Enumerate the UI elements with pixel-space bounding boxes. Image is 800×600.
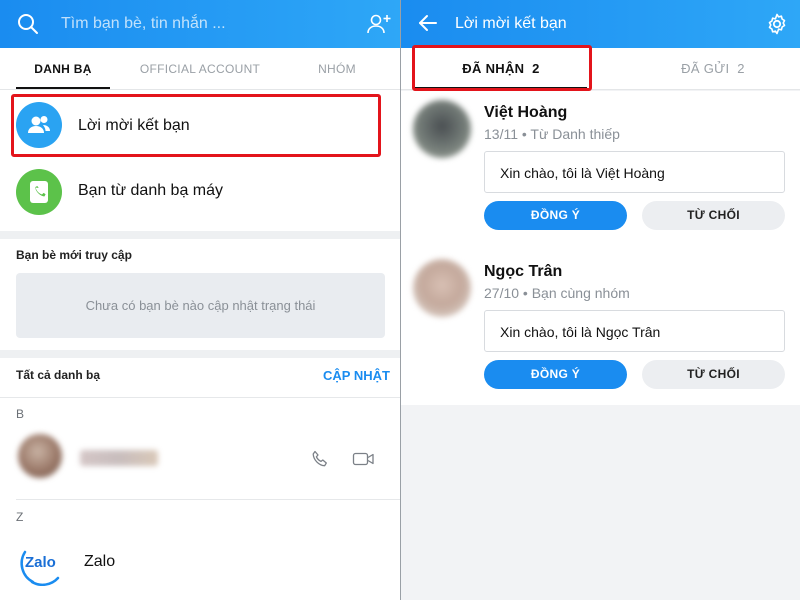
- tab-sent-label: ĐÃ GỬI: [681, 61, 730, 76]
- request-message-text: Xin chào, tôi là Ngọc Trân: [500, 324, 661, 340]
- decline-button[interactable]: TỪ CHỐI: [642, 360, 785, 389]
- request-message: Xin chào, tôi là Ngọc Trân: [484, 310, 785, 352]
- avatar: [18, 434, 62, 478]
- tab-contacts[interactable]: DANH BẠ: [16, 48, 110, 90]
- divider: [0, 397, 400, 398]
- section-divider: [0, 350, 400, 358]
- tab-sent[interactable]: ĐÃ GỬI 2: [627, 48, 799, 90]
- requester-name: Ngọc Trân: [484, 263, 563, 280]
- page-title: Lời mời kết bạn: [455, 15, 567, 32]
- add-friend-icon[interactable]: [366, 12, 392, 41]
- search-input[interactable]: Tìm bạn bè, tin nhắn ...: [61, 15, 226, 33]
- search-icon[interactable]: [16, 12, 40, 41]
- friend-requests-header: Lời mời kết bạn: [401, 0, 800, 48]
- request-meta: 27/10 • Bạn cùng nhóm: [484, 285, 630, 301]
- friend-request-card: Ngọc Trân 27/10 • Bạn cùng nhóm Xin chào…: [401, 249, 800, 405]
- decline-button[interactable]: TỪ CHỐI: [642, 201, 785, 230]
- phone-contacts-icon: [16, 169, 62, 215]
- divider: [16, 499, 400, 500]
- contact-row-zalo[interactable]: Zalo Zalo: [0, 532, 400, 600]
- section-letter-b: B: [16, 407, 25, 421]
- contact-name-blurred: [80, 450, 158, 466]
- gear-icon[interactable]: [765, 12, 789, 41]
- recent-friends-title: Bạn bè mới truy cập: [16, 248, 132, 262]
- tab-official-account[interactable]: OFFICIAL ACCOUNT: [130, 48, 270, 90]
- highlight-box-friend-requests: [11, 94, 381, 157]
- empty-state-text: Chưa có bạn bè nào cập nhật trạng thái: [85, 298, 316, 313]
- video-icon[interactable]: [352, 450, 376, 473]
- tab-groups[interactable]: NHÓM: [300, 48, 374, 90]
- phone-contacts-item[interactable]: Bạn từ danh bạ máy: [0, 160, 400, 226]
- section-divider: [0, 231, 400, 239]
- avatar: [413, 100, 471, 158]
- zalo-logo-text: Zalo: [25, 554, 56, 571]
- phone-icon[interactable]: [310, 449, 330, 474]
- contacts-tabs: DANH BẠ OFFICIAL ACCOUNT NHÓM: [0, 48, 400, 90]
- active-tab-indicator: [16, 87, 110, 89]
- friend-requests-screen: Lời mời kết bạn ĐÃ NHẬN 2 ĐÃ GỬI 2 Việt …: [401, 0, 800, 600]
- highlight-box-received-tab: [412, 45, 592, 91]
- request-message: Xin chào, tôi là Việt Hoàng: [484, 151, 785, 193]
- requester-name: Việt Hoàng: [484, 104, 568, 121]
- friend-request-card: Việt Hoàng 13/11 • Từ Danh thiếp Xin chà…: [401, 91, 800, 249]
- update-contacts-button[interactable]: CẬP NHẬT: [323, 368, 390, 383]
- avatar: [413, 259, 471, 317]
- accept-button[interactable]: ĐỒNG Ý: [484, 201, 627, 230]
- accept-button[interactable]: ĐỒNG Ý: [484, 360, 627, 389]
- recent-friends-empty-state: Chưa có bạn bè nào cập nhật trạng thái: [16, 273, 385, 338]
- contacts-header: Tìm bạn bè, tin nhắn ...: [0, 0, 400, 48]
- phone-contacts-label: Bạn từ danh bạ máy: [78, 182, 224, 199]
- section-letter-z: Z: [16, 510, 24, 524]
- back-arrow-icon[interactable]: [417, 12, 439, 39]
- request-message-text: Xin chào, tôi là Việt Hoàng: [500, 165, 665, 181]
- contact-name: Zalo: [84, 553, 116, 570]
- request-meta: 13/11 • Từ Danh thiếp: [484, 126, 620, 142]
- contacts-screen: Tìm bạn bè, tin nhắn ... DANH BẠ OFFICIA…: [0, 0, 400, 600]
- contact-row-blurred[interactable]: [0, 428, 400, 498]
- zalo-logo: Zalo: [18, 538, 66, 587]
- tab-sent-count: 2: [737, 61, 745, 76]
- all-contacts-title: Tất cả danh bạ: [16, 368, 101, 382]
